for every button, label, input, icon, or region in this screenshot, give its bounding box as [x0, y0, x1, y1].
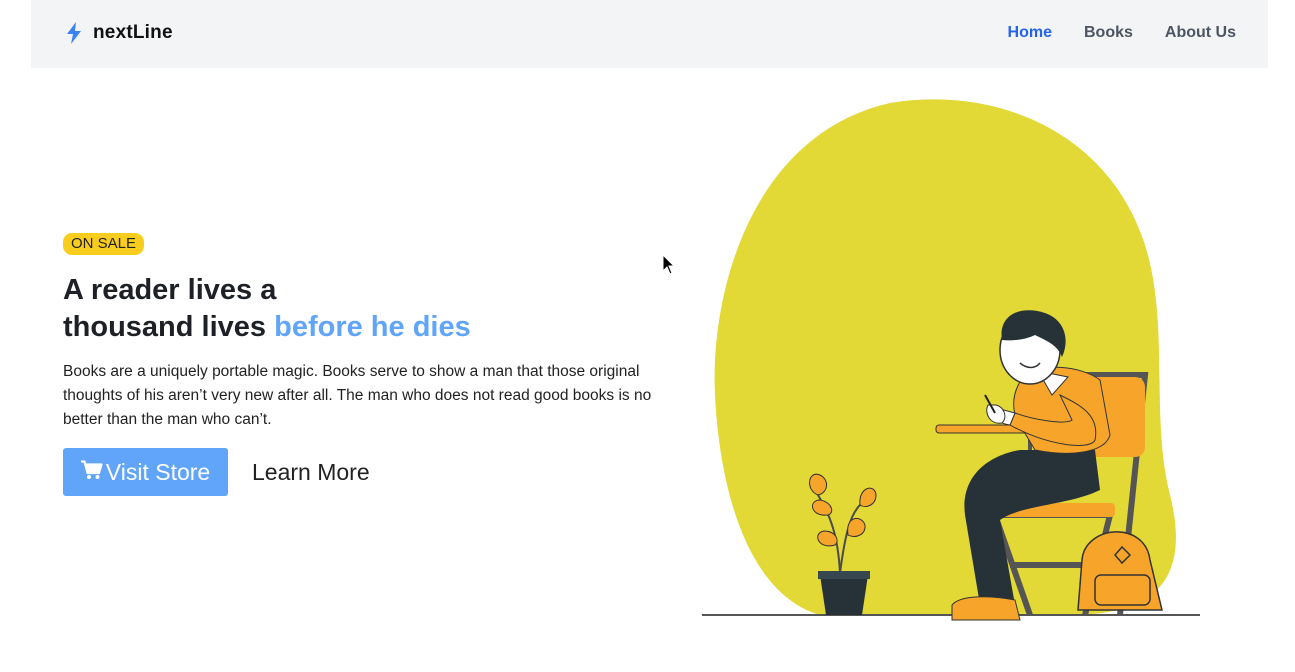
hero-description: Books are a uniquely portable magic. Boo…	[63, 363, 652, 428]
on-sale-badge: ON SALE	[63, 233, 145, 255]
nav-links: Home Books About Us	[1008, 24, 1236, 42]
headline-accent: before he dies	[274, 311, 471, 343]
visit-store-button[interactable]: Visit Store	[63, 448, 228, 496]
nav-link-about-us[interactable]: About Us	[1165, 24, 1236, 42]
learn-more-link[interactable]: Learn More	[252, 459, 370, 486]
reading-illustration	[690, 95, 1210, 640]
nav-link-home[interactable]: Home	[1008, 24, 1052, 42]
headline-line-2: thousand lives	[63, 311, 275, 343]
navbar: nextLine Home Books About Us	[31, 0, 1268, 68]
brand[interactable]: nextLine	[65, 22, 173, 44]
lightning-bolt-icon	[65, 22, 83, 44]
shopping-cart-icon	[80, 459, 103, 486]
visit-store-label: Visit Store	[105, 458, 211, 485]
mouse-cursor-icon	[662, 253, 676, 281]
brand-name: nextLine	[93, 22, 173, 43]
nav-link-books[interactable]: Books	[1084, 24, 1133, 42]
hero-headline: A reader lives a thousand lives before h…	[63, 272, 471, 346]
headline-line-1: A reader lives a	[63, 274, 277, 306]
